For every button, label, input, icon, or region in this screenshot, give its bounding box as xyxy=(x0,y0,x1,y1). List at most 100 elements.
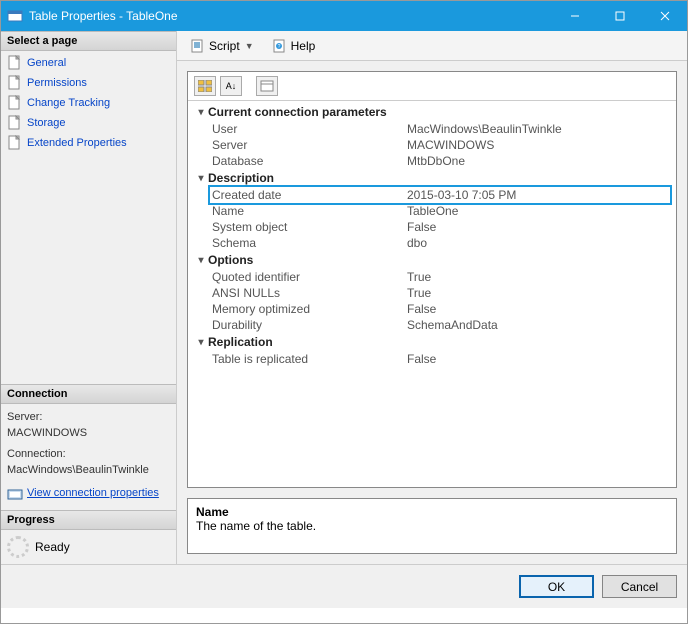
description-text: The name of the table. xyxy=(196,519,668,533)
help-icon: ? xyxy=(272,38,288,54)
minimize-button[interactable] xyxy=(552,1,597,31)
property-group-header[interactable]: ▾Description xyxy=(194,169,670,187)
maximize-button[interactable] xyxy=(597,1,642,31)
collapse-icon: ▾ xyxy=(194,107,208,118)
page-icon xyxy=(7,135,23,151)
server-value: MACWINDOWS xyxy=(7,426,170,441)
sidebar-item-extended-properties[interactable]: Extended Properties xyxy=(1,133,176,153)
connection-value: MacWindows\BeaulinTwinkle xyxy=(7,463,170,478)
connection-icon xyxy=(7,486,23,502)
property-value: MACWINDOWS xyxy=(407,138,670,152)
property-key: Quoted identifier xyxy=(212,270,407,284)
property-group-header[interactable]: ▾Replication xyxy=(194,333,670,351)
help-label: Help xyxy=(291,39,316,53)
sidebar-item-label: Extended Properties xyxy=(27,137,127,149)
property-row[interactable]: Memory optimizedFalse xyxy=(194,301,670,317)
property-row[interactable]: ANSI NULLsTrue xyxy=(194,285,670,301)
property-grid-wrap: A↓ ▾Current connection parametersUserMac… xyxy=(187,71,677,488)
svg-text:?: ? xyxy=(277,44,280,50)
property-value: True xyxy=(407,286,670,300)
property-key: Memory optimized xyxy=(212,302,407,316)
close-button[interactable] xyxy=(642,1,687,31)
property-group-header[interactable]: ▾Options xyxy=(194,251,670,269)
property-value: MtbDbOne xyxy=(407,154,670,168)
main-panel: Script ▼ ? Help A↓ ▾Current connection p… xyxy=(177,31,687,564)
connection-field-label: Connection: xyxy=(7,447,170,462)
property-value: 2015-03-10 7:05 PM xyxy=(407,188,670,202)
toolbar: Script ▼ ? Help xyxy=(177,31,687,61)
title-bar: Table Properties - TableOne xyxy=(1,1,687,31)
sidebar-item-change-tracking[interactable]: Change Tracking xyxy=(1,93,176,113)
property-row[interactable]: ServerMACWINDOWS xyxy=(194,137,670,153)
property-grid[interactable]: ▾Current connection parametersUserMacWin… xyxy=(188,101,676,487)
property-row[interactable]: DurabilitySchemaAndData xyxy=(194,317,670,333)
property-key: Schema xyxy=(212,236,407,250)
server-label: Server: xyxy=(7,410,170,425)
group-name: Replication xyxy=(208,335,273,349)
sidebar: Select a page General Permissions Change… xyxy=(1,31,177,564)
property-value: False xyxy=(407,220,670,234)
window-title: Table Properties - TableOne xyxy=(29,9,552,23)
property-key: Table is replicated xyxy=(212,352,407,366)
page-icon xyxy=(7,75,23,91)
script-label: Script xyxy=(209,39,240,53)
sidebar-item-label: Storage xyxy=(27,117,66,129)
property-key: Durability xyxy=(212,318,407,332)
page-icon xyxy=(7,95,23,111)
help-button[interactable]: ? Help xyxy=(265,35,323,57)
property-key: Name xyxy=(212,204,407,218)
description-box: Name The name of the table. xyxy=(187,498,677,554)
alphabetical-button[interactable]: A↓ xyxy=(220,76,242,96)
categorized-button[interactable] xyxy=(194,76,216,96)
collapse-icon: ▾ xyxy=(194,173,208,184)
ok-button[interactable]: OK xyxy=(519,575,594,598)
group-name: Current connection parameters xyxy=(208,105,387,119)
page-icon xyxy=(7,55,23,71)
collapse-icon: ▾ xyxy=(194,337,208,348)
page-list: General Permissions Change Tracking Stor… xyxy=(1,51,176,155)
sidebar-item-label: Permissions xyxy=(27,77,87,89)
sidebar-item-permissions[interactable]: Permissions xyxy=(1,73,176,93)
property-row[interactable]: DatabaseMtbDbOne xyxy=(194,153,670,169)
group-name: Options xyxy=(208,253,253,267)
group-name: Description xyxy=(208,171,274,185)
property-row[interactable]: NameTableOne xyxy=(194,203,670,219)
sidebar-item-label: Change Tracking xyxy=(27,97,110,109)
spinner-icon xyxy=(7,536,29,558)
property-key: Created date xyxy=(212,188,407,202)
property-row[interactable]: Created date2015-03-10 7:05 PM xyxy=(194,187,670,203)
collapse-icon: ▾ xyxy=(194,255,208,266)
chevron-down-icon: ▼ xyxy=(245,41,254,51)
script-icon xyxy=(190,38,206,54)
property-row[interactable]: System objectFalse xyxy=(194,219,670,235)
select-page-header: Select a page xyxy=(1,31,176,51)
property-row[interactable]: UserMacWindows\BeaulinTwinkle xyxy=(194,121,670,137)
property-row[interactable]: Schemadbo xyxy=(194,235,670,251)
property-value: SchemaAndData xyxy=(407,318,670,332)
property-key: Server xyxy=(212,138,407,152)
sidebar-item-general[interactable]: General xyxy=(1,53,176,73)
property-value: TableOne xyxy=(407,204,670,218)
progress-status: Ready xyxy=(35,540,70,554)
description-name: Name xyxy=(196,505,668,519)
property-row[interactable]: Quoted identifierTrue xyxy=(194,269,670,285)
script-button[interactable]: Script ▼ xyxy=(183,35,261,57)
property-value: MacWindows\BeaulinTwinkle xyxy=(407,122,670,136)
property-value: True xyxy=(407,270,670,284)
progress-block: Ready xyxy=(1,530,176,564)
property-value: False xyxy=(407,302,670,316)
progress-header: Progress xyxy=(1,510,176,530)
property-group-header[interactable]: ▾Current connection parameters xyxy=(194,103,670,121)
property-toolbar: A↓ xyxy=(188,72,676,101)
view-connection-link[interactable]: View connection properties xyxy=(27,486,159,501)
sidebar-item-label: General xyxy=(27,57,66,69)
app-icon xyxy=(7,8,23,24)
footer: OK Cancel xyxy=(1,564,687,608)
property-key: System object xyxy=(212,220,407,234)
property-value: False xyxy=(407,352,670,366)
property-row[interactable]: Table is replicatedFalse xyxy=(194,351,670,367)
sidebar-item-storage[interactable]: Storage xyxy=(1,113,176,133)
property-pages-button[interactable] xyxy=(256,76,278,96)
property-key: Database xyxy=(212,154,407,168)
cancel-button[interactable]: Cancel xyxy=(602,575,677,598)
